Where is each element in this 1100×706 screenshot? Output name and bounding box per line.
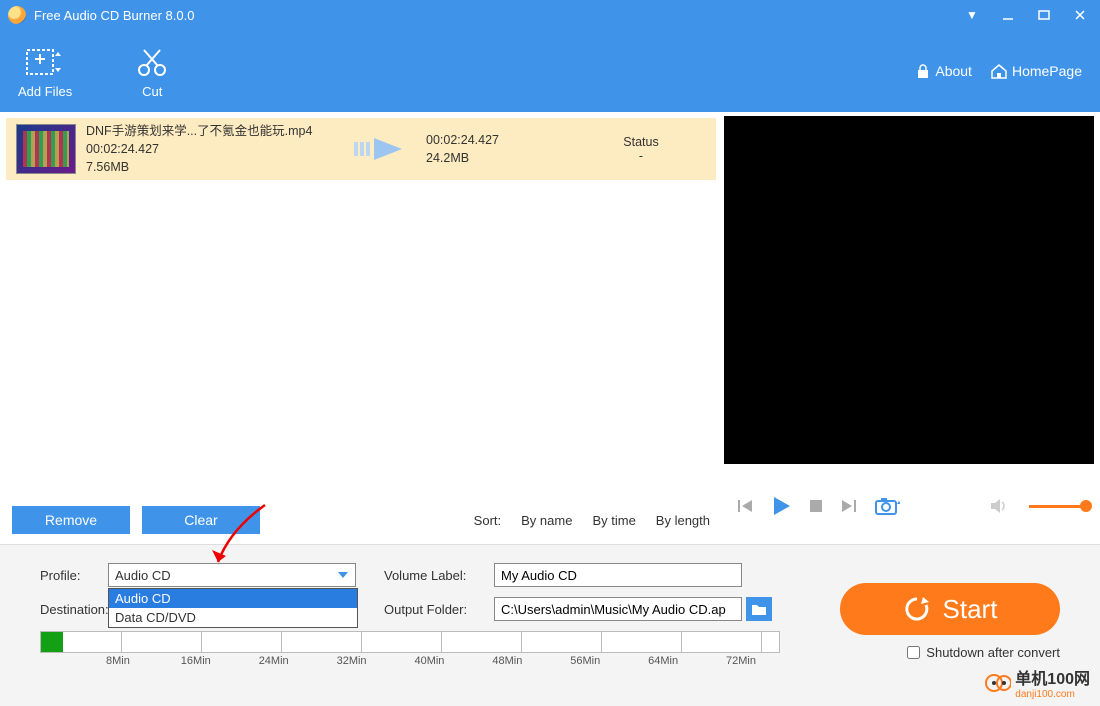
ruler-tick-label: 48Min: [468, 655, 546, 667]
window-title: Free Audio CD Burner 8.0.0: [34, 8, 194, 23]
player-controls: [722, 486, 1100, 526]
file-duration-out: 00:02:24.427: [426, 131, 576, 149]
minimize-button[interactable]: [996, 3, 1020, 27]
volume-slider[interactable]: [1029, 505, 1086, 508]
cut-label: Cut: [142, 84, 162, 99]
volume-label-label: Volume Label:: [384, 568, 494, 583]
sort-by-time[interactable]: By time: [592, 513, 635, 528]
video-preview[interactable]: [724, 116, 1094, 464]
profile-option-audio-cd[interactable]: Audio CD: [109, 589, 357, 608]
about-link[interactable]: About: [915, 63, 972, 79]
shutdown-label: Shutdown after convert: [926, 645, 1060, 660]
homepage-link[interactable]: HomePage: [990, 63, 1082, 79]
home-icon: [990, 63, 1008, 79]
start-label: Start: [943, 594, 998, 625]
file-output-meta: 00:02:24.427 24.2MB: [426, 131, 576, 167]
ruler-fill: [41, 632, 63, 652]
file-list-pane: DNF手游策划来学...了不氪金也能玩.mp4 00:02:24.427 7.5…: [0, 112, 722, 544]
ruler-tick-label: 16Min: [157, 655, 235, 667]
stop-button[interactable]: [808, 498, 824, 514]
file-thumbnail: [16, 124, 76, 174]
ruler-tick-label: 64Min: [624, 655, 702, 667]
sort-by-length[interactable]: By length: [656, 513, 710, 528]
maximize-button[interactable]: [1032, 3, 1056, 27]
profile-dropdown: Audio CD Data CD/DVD: [108, 588, 358, 628]
ruler-labels: 8Min 16Min 24Min 32Min 40Min 48Min 56Min…: [40, 655, 780, 667]
file-size-in: 7.56MB: [86, 158, 336, 176]
profile-option-data-cd[interactable]: Data CD/DVD: [109, 608, 357, 627]
sort-by-name[interactable]: By name: [521, 513, 572, 528]
status-header: Status: [576, 135, 706, 149]
next-button[interactable]: [840, 497, 858, 515]
add-files-icon: [25, 44, 65, 80]
browse-folder-button[interactable]: [746, 597, 772, 621]
about-label: About: [935, 63, 972, 79]
snapshot-button[interactable]: [874, 496, 900, 516]
file-duration-in: 00:02:24.427: [86, 140, 336, 158]
volume-label-input[interactable]: [494, 563, 742, 587]
watermark: 单机100网 danji100.com: [985, 665, 1090, 700]
watermark-text: 单机100网: [1015, 671, 1090, 688]
ruler-tick-label: 24Min: [235, 655, 313, 667]
ruler-tick-label: 72Min: [702, 655, 780, 667]
titlebar: Free Audio CD Burner 8.0.0 ▼: [0, 0, 1100, 30]
main-toolbar: Add Files Cut About HomePage: [0, 30, 1100, 112]
sort-label: Sort:: [474, 513, 501, 528]
dropdown-button[interactable]: ▼: [960, 3, 984, 27]
destination-label: Destination:: [16, 602, 108, 617]
status-value: -: [576, 149, 706, 163]
prev-button[interactable]: [736, 497, 754, 515]
watermark-icon: [985, 670, 1011, 696]
shutdown-checkbox[interactable]: [907, 646, 920, 659]
profile-value: Audio CD: [115, 568, 171, 583]
watermark-sub: danji100.com: [1015, 689, 1090, 700]
profile-label: Profile:: [16, 568, 108, 583]
homepage-label: HomePage: [1012, 63, 1082, 79]
close-button[interactable]: [1068, 3, 1092, 27]
ruler-tick-label: 56Min: [546, 655, 624, 667]
app-icon: [8, 6, 26, 24]
file-name: DNF手游策划来学...了不氪金也能玩.mp4: [86, 122, 336, 140]
preview-pane: [722, 112, 1100, 544]
folder-icon: [751, 602, 767, 616]
chevron-down-icon: [337, 569, 349, 581]
ruler-tick-label: 8Min: [79, 655, 157, 667]
scissors-icon: [132, 44, 172, 80]
file-input-meta: DNF手游策划来学...了不氪金也能玩.mp4 00:02:24.427 7.5…: [86, 122, 336, 176]
ruler-bar[interactable]: [40, 631, 780, 653]
file-size-out: 24.2MB: [426, 149, 576, 167]
ruler-tick-label: 40Min: [391, 655, 469, 667]
remove-button[interactable]: Remove: [12, 506, 130, 534]
output-folder-label: Output Folder:: [384, 602, 494, 617]
ruler-tick-label: 32Min: [313, 655, 391, 667]
volume-icon[interactable]: [989, 498, 1007, 514]
lock-icon: [915, 63, 931, 79]
cut-button[interactable]: Cut: [132, 44, 172, 99]
clear-button[interactable]: Clear: [142, 506, 260, 534]
convert-arrow-icon: [336, 134, 426, 164]
start-button[interactable]: Start: [840, 583, 1060, 635]
output-folder-input[interactable]: [494, 597, 742, 621]
add-files-button[interactable]: Add Files: [18, 44, 72, 99]
refresh-icon: [903, 595, 931, 623]
play-button[interactable]: [770, 495, 792, 517]
profile-select[interactable]: Audio CD Audio CD Data CD/DVD: [108, 563, 356, 587]
file-row[interactable]: DNF手游策划来学...了不氪金也能玩.mp4 00:02:24.427 7.5…: [6, 118, 716, 180]
add-files-label: Add Files: [18, 84, 72, 99]
bottom-panel: Profile: Audio CD Audio CD Data CD/DVD V…: [0, 544, 1100, 706]
timeline-ruler: 8Min 16Min 24Min 32Min 40Min 48Min 56Min…: [40, 631, 780, 667]
